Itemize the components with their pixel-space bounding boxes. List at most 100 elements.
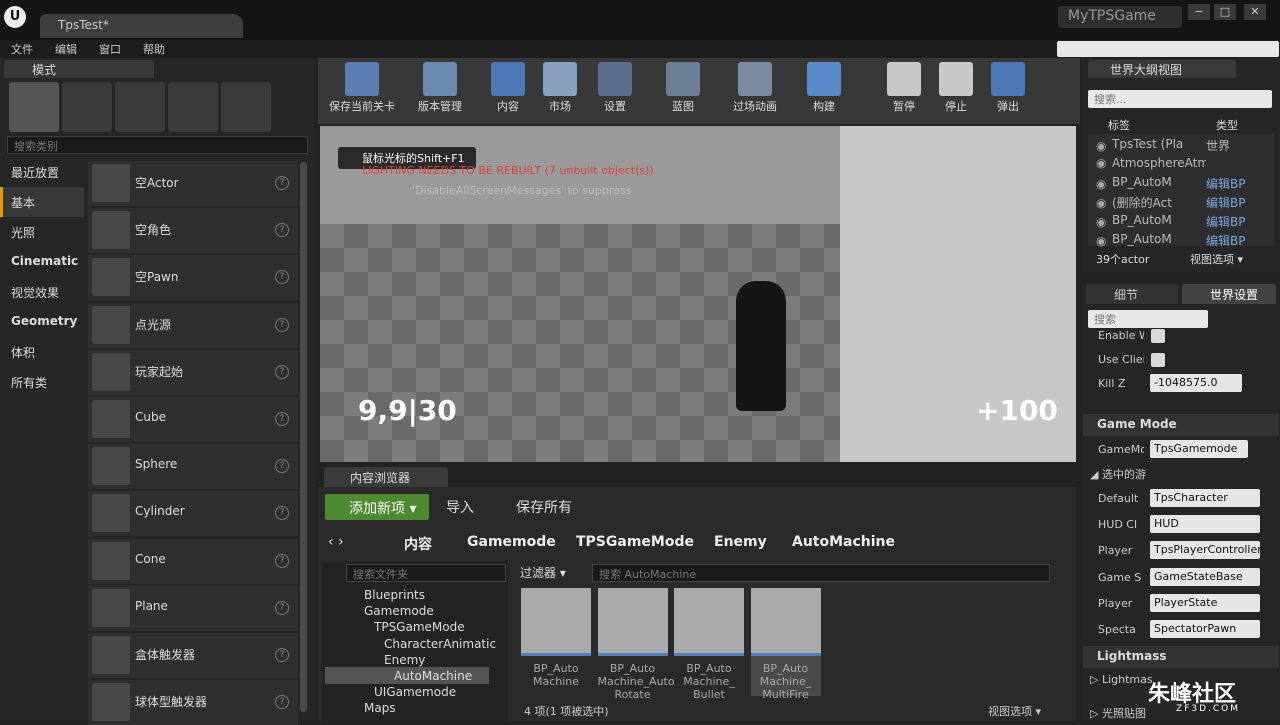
- outliner-row-type[interactable]: 编辑BP: [1206, 196, 1245, 210]
- lightmass-section[interactable]: Lightmass: [1083, 646, 1279, 668]
- actor-list-item[interactable]: Sphere?: [88, 444, 298, 490]
- toolbar-button-pause[interactable]: 暂停: [884, 62, 924, 120]
- property-value-select[interactable]: HUD: [1150, 515, 1260, 534]
- category-item[interactable]: 光照: [0, 217, 84, 247]
- actor-list-item[interactable]: 空Pawn?: [88, 255, 298, 301]
- folder-tree-item[interactable]: Blueprints: [364, 588, 425, 602]
- category-item[interactable]: 基本: [0, 187, 84, 217]
- visibility-eye-icon[interactable]: ◉: [1096, 196, 1112, 210]
- game-mode-select[interactable]: TpsGamemode: [1150, 440, 1248, 458]
- menu-help[interactable]: 帮助: [143, 41, 165, 57]
- type-column-header[interactable]: 类型: [1216, 117, 1238, 133]
- visibility-eye-icon[interactable]: ◉: [1096, 215, 1112, 229]
- toolbar-button-eject[interactable]: 弹出: [986, 62, 1030, 120]
- visibility-eye-icon[interactable]: ◉: [1096, 177, 1112, 191]
- outliner-row[interactable]: ◉ BP_AutoM 编辑BP: [1096, 175, 1272, 192]
- help-icon[interactable]: ?: [275, 648, 289, 662]
- toolbar-button-stop[interactable]: 停止: [936, 62, 976, 120]
- breadcrumb-item[interactable]: TPSGameMode: [576, 534, 694, 550]
- level-viewport[interactable]: 鼠标光标的Shift+F1 LIGHTING NEEDS TO BE REBUI…: [320, 126, 1076, 462]
- actor-list-item[interactable]: 空角色?: [88, 208, 298, 254]
- outliner-row[interactable]: ◉AtmosphereAtmosp: [1096, 156, 1272, 170]
- outliner-row[interactable]: ◉ (删除的Act 编辑BP: [1096, 194, 1272, 211]
- selected-gamemode-section[interactable]: ◢ 选中的游: [1090, 466, 1146, 482]
- actor-list-item[interactable]: 盒体触发器?: [88, 633, 298, 678]
- property-value-select[interactable]: GameStateBase: [1150, 567, 1260, 586]
- visibility-eye-icon[interactable]: ◉: [1096, 156, 1112, 170]
- toolbar-button-save[interactable]: 保存当前关卡: [326, 62, 398, 120]
- toolbar-button-source-control[interactable]: 版本管理: [410, 62, 470, 120]
- view-options-button[interactable]: 视图选项 ▾: [988, 703, 1041, 719]
- help-icon[interactable]: ?: [275, 223, 289, 238]
- maximize-button[interactable]: □: [1214, 4, 1236, 20]
- help-icon[interactable]: ?: [275, 317, 289, 332]
- world-outliner-tab[interactable]: 世界大纲视图: [1088, 60, 1236, 78]
- toolbar-button-content[interactable]: 内容: [484, 62, 532, 120]
- details-tab[interactable]: 细节: [1086, 284, 1178, 304]
- category-item[interactable]: Cinematic: [0, 247, 84, 277]
- category-item[interactable]: Geometry: [0, 307, 84, 337]
- property-value-select[interactable]: PlayerState: [1150, 593, 1260, 612]
- back-arrow-icon[interactable]: ‹ ›: [328, 534, 344, 550]
- asset-tile[interactable]: BP_Auto Machine_Auto Rotate: [597, 588, 675, 701]
- global-search-input[interactable]: [1057, 41, 1279, 57]
- actor-list-item[interactable]: Cone?: [88, 538, 298, 584]
- folder-tree-item[interactable]: CharacterAnimatic: [384, 637, 496, 651]
- folder-tree-item[interactable]: Enemy: [384, 653, 425, 667]
- outliner-row[interactable]: ◉ BP_AutoM 编辑BP: [1096, 232, 1272, 249]
- landscape-mode-icon[interactable]: [115, 82, 165, 132]
- paint-mode-icon[interactable]: [62, 82, 112, 132]
- enable-world-checkbox[interactable]: [1151, 329, 1165, 343]
- geometry-mode-icon[interactable]: [221, 82, 271, 132]
- toolbar-button-marketplace[interactable]: 市场: [536, 62, 584, 120]
- outliner-row-type[interactable]: 编辑BP: [1206, 215, 1245, 229]
- content-browser-tab[interactable]: 内容浏览器: [324, 467, 448, 487]
- toolbar-button-build[interactable]: 构建: [804, 62, 844, 120]
- game-mode-section[interactable]: Game Mode: [1083, 414, 1279, 436]
- outliner-row[interactable]: ◉ TpsTest (Pla 世界: [1096, 137, 1272, 154]
- close-button[interactable]: ✕: [1244, 4, 1266, 20]
- actor-list-item[interactable]: Plane?: [88, 585, 298, 631]
- actor-list-item[interactable]: 玩家起始?: [88, 349, 298, 395]
- menu-window[interactable]: 窗口: [99, 41, 121, 57]
- menu-file[interactable]: 文件: [11, 41, 33, 57]
- toolbar-button-settings[interactable]: 设置: [590, 62, 640, 120]
- asset-tile[interactable]: BP_Auto Machine: [521, 588, 591, 696]
- use-client-checkbox[interactable]: [1151, 353, 1165, 367]
- help-icon[interactable]: ?: [275, 553, 289, 568]
- breadcrumb-item[interactable]: Gamemode: [467, 534, 556, 550]
- asset-tile[interactable]: BP_Auto Machine_ MultiFire: [750, 588, 821, 701]
- outliner-row-type[interactable]: 编辑BP: [1206, 177, 1245, 191]
- folder-tree-item[interactable]: UIGamemode: [374, 685, 456, 699]
- asset-tile[interactable]: BP_Auto Machine_ Bullet: [674, 588, 744, 701]
- modes-tab[interactable]: 模式: [4, 60, 154, 78]
- category-item[interactable]: 体积: [0, 337, 84, 367]
- help-icon[interactable]: ?: [275, 364, 289, 379]
- help-icon[interactable]: ?: [275, 270, 289, 285]
- label-column-header[interactable]: 标签: [1108, 117, 1130, 133]
- visibility-eye-icon[interactable]: ◉: [1096, 139, 1112, 153]
- kill-z-input[interactable]: -1048575.0: [1150, 374, 1242, 392]
- folder-tree-item[interactable]: Gamemode: [364, 604, 434, 618]
- outliner-view-options[interactable]: 视图选项 ▾: [1190, 251, 1243, 267]
- modes-scrollbar[interactable]: [300, 162, 307, 712]
- foliage-mode-icon[interactable]: [168, 82, 218, 132]
- add-new-button[interactable]: 添加新项 ▾: [325, 494, 429, 520]
- actor-list-item[interactable]: Cube?: [88, 397, 298, 442]
- category-item[interactable]: 所有类: [0, 367, 84, 397]
- filters-button[interactable]: 过滤器 ▾: [520, 564, 566, 581]
- property-value-select[interactable]: TpsCharacter: [1150, 489, 1260, 507]
- menu-edit[interactable]: 编辑: [55, 41, 77, 57]
- property-value-select[interactable]: TpsPlayerController: [1150, 541, 1262, 560]
- world-settings-tab[interactable]: 世界设置: [1182, 284, 1276, 304]
- folder-tree-item[interactable]: TPSGameMode: [374, 620, 465, 634]
- document-tab[interactable]: TpsTest*: [40, 14, 243, 38]
- help-icon[interactable]: ?: [275, 459, 289, 474]
- import-button[interactable]: 导入: [446, 497, 474, 517]
- outliner-search-input[interactable]: 搜索...: [1088, 90, 1272, 108]
- folder-search-input[interactable]: 搜索文件夹: [346, 564, 506, 582]
- toolbar-button-blueprint[interactable]: 蓝图: [660, 62, 706, 120]
- folder-tree-item[interactable]: Maps: [364, 701, 396, 715]
- toolbar-button-cinematics[interactable]: 过场动画: [726, 62, 784, 120]
- save-all-button[interactable]: 保存所有: [516, 497, 572, 517]
